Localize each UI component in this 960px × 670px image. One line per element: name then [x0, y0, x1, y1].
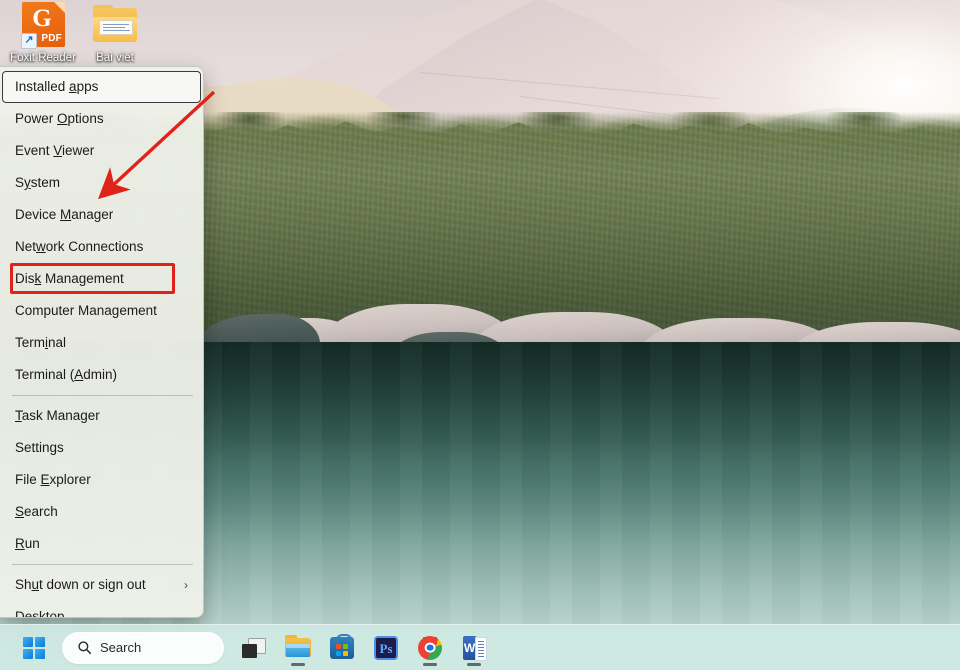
menu-item-label: System	[15, 167, 188, 199]
menu-item-label: Computer Management	[15, 295, 188, 327]
menu-item-settings[interactable]: Settings	[3, 432, 200, 464]
shortcut-arrow-badge: ↗	[21, 33, 37, 49]
menu-item-device-manager[interactable]: Device Manager	[3, 199, 200, 231]
search-icon	[77, 640, 92, 655]
taskbar: Search	[0, 624, 960, 670]
menu-item-label: Desktop	[15, 601, 188, 618]
menu-item-label: Settings	[15, 432, 188, 464]
start-button[interactable]	[12, 629, 56, 667]
microsoft-store-icon	[330, 637, 354, 659]
menu-item-network-connections[interactable]: Network Connections	[3, 231, 200, 263]
desktop-icon-foxit-reader[interactable]: G PDF ↗ Foxit Reader	[4, 2, 82, 65]
folder-icon	[91, 2, 139, 50]
menu-item-label: Terminal (Admin)	[15, 359, 188, 391]
task-view-icon	[242, 638, 266, 658]
menu-item-computer-management[interactable]: Computer Management	[3, 295, 200, 327]
search-input[interactable]: Search	[62, 632, 224, 664]
word-button[interactable]: W	[452, 629, 496, 667]
desktop-screen: G PDF ↗ Foxit Reader Bai viet	[0, 0, 960, 670]
power-user-menu[interactable]: Installed appsPower OptionsEvent ViewerS…	[0, 66, 204, 618]
file-explorer-icon	[285, 637, 311, 658]
menu-item-file-explorer[interactable]: File Explorer	[3, 464, 200, 496]
menu-item-task-manager[interactable]: Task Manager	[3, 400, 200, 432]
chevron-right-icon: ›	[184, 569, 188, 601]
menu-item-label: Terminal	[15, 327, 188, 359]
menu-item-power-options[interactable]: Power Options	[3, 103, 200, 135]
menu-item-label: Device Manager	[15, 199, 188, 231]
menu-item-label: Event Viewer	[15, 135, 188, 167]
desktop-icon-bai-viet[interactable]: Bai viet	[76, 2, 154, 65]
menu-item-label: Power Options	[15, 103, 188, 135]
google-chrome-icon	[418, 636, 442, 660]
pdf-document-icon: G PDF ↗	[19, 2, 67, 50]
photoshop-icon: Ps	[374, 636, 398, 660]
pdf-label: PDF	[41, 34, 62, 44]
menu-separator	[12, 395, 193, 396]
foxit-logo-letter: G	[28, 6, 56, 32]
menu-item-label: Disk Management	[15, 263, 188, 295]
menu-item-label: Task Manager	[15, 400, 188, 432]
file-explorer-button[interactable]	[276, 629, 320, 667]
menu-item-disk-management[interactable]: Disk Management	[3, 263, 200, 295]
search-label: Search	[100, 640, 141, 655]
menu-item-event-viewer[interactable]: Event Viewer	[3, 135, 200, 167]
menu-separator	[12, 564, 193, 565]
menu-item-label: Shut down or sign out	[15, 569, 176, 601]
chrome-button[interactable]	[408, 629, 452, 667]
menu-item-label: Search	[15, 496, 188, 528]
task-view-button[interactable]	[232, 629, 276, 667]
desktop-icon-label: Bai viet	[76, 52, 154, 65]
menu-item-shut-down-or-sign-out[interactable]: Shut down or sign out›	[3, 569, 200, 601]
photoshop-button[interactable]: Ps	[364, 629, 408, 667]
menu-item-label: Installed apps	[15, 72, 188, 102]
menu-item-system[interactable]: System	[3, 167, 200, 199]
menu-item-installed-apps[interactable]: Installed apps	[2, 71, 201, 103]
menu-item-label: File Explorer	[15, 464, 188, 496]
menu-item-desktop[interactable]: Desktop	[3, 601, 200, 618]
windows-logo-icon	[23, 637, 45, 659]
menu-item-terminal-admin[interactable]: Terminal (Admin)	[3, 359, 200, 391]
taskbar-items: Search	[0, 629, 496, 667]
menu-item-label: Run	[15, 528, 188, 560]
menu-item-terminal[interactable]: Terminal	[3, 327, 200, 359]
menu-item-run[interactable]: Run	[3, 528, 200, 560]
desktop-icon-label: Foxit Reader	[4, 52, 82, 65]
microsoft-word-icon: W	[463, 636, 485, 660]
menu-item-label: Network Connections	[15, 231, 188, 263]
power-user-menu-list: Installed appsPower OptionsEvent ViewerS…	[0, 71, 203, 611]
menu-item-search[interactable]: Search	[3, 496, 200, 528]
microsoft-store-button[interactable]	[320, 629, 364, 667]
